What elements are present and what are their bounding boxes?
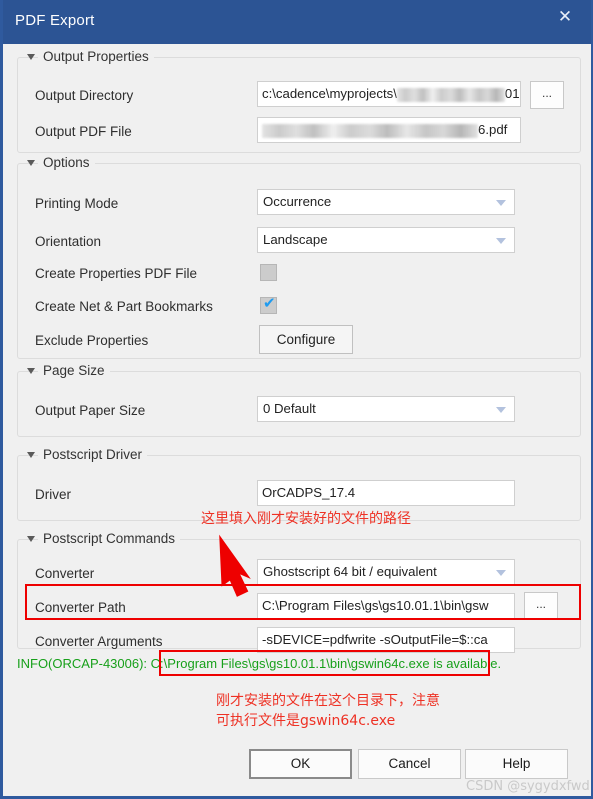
label-driver: Driver	[35, 487, 71, 502]
annotation-bottom-note-line1: 刚才安装的文件在这个目录下，注意	[216, 693, 440, 709]
redacted-block	[262, 123, 478, 138]
converter-value: Ghostscript 64 bit / equivalent	[263, 564, 437, 579]
label-exclude-properties: Exclude Properties	[35, 333, 149, 348]
output-directory-value-suffix: 01	[504, 86, 520, 101]
status-info-line: INFO(ORCAP-43006): C:\Program Files\gs\g…	[17, 656, 501, 671]
output-pdf-file-value-suffix: 6.pdf	[478, 122, 508, 137]
browse-converter-path-button[interactable]: ...	[524, 592, 558, 620]
printing-mode-select[interactable]: Occurrence	[257, 189, 515, 215]
create-net-part-bookmarks-checkbox[interactable]: ✔	[260, 294, 277, 314]
create-properties-pdf-checkbox[interactable]	[260, 264, 277, 281]
label-orientation: Orientation	[35, 234, 102, 249]
configure-button[interactable]: Configure	[259, 325, 353, 354]
collapse-triangle-icon[interactable]	[27, 536, 35, 542]
ok-button[interactable]: OK	[249, 749, 352, 779]
converter-path-input[interactable]: C:\Program Files\gs\gs10.01.1\bin\gsw	[257, 593, 515, 619]
chevron-down-icon[interactable]	[496, 238, 506, 244]
cancel-button[interactable]: Cancel	[358, 749, 461, 779]
converter-arguments-input[interactable]: -sDEVICE=pdfwrite -sOutputFile=$::ca	[257, 627, 515, 653]
info-path: C:\Program Files\gs\gs10.01.1\bin\gswin6…	[150, 656, 430, 671]
output-directory-value-prefix: c:\cadence\myprojects\	[262, 86, 397, 101]
page-title: PDF Export	[15, 12, 95, 29]
label-output-pdf-file: Output PDF File	[35, 124, 132, 139]
info-suffix: is available.	[429, 656, 502, 671]
label-converter: Converter	[35, 566, 95, 581]
help-button[interactable]: Help	[465, 749, 568, 779]
converter-select[interactable]: Ghostscript 64 bit / equivalent	[257, 559, 515, 585]
printing-mode-value: Occurrence	[263, 194, 332, 209]
group-title-postscript-driver: Postscript Driver	[38, 447, 148, 462]
chevron-down-icon[interactable]	[496, 407, 506, 413]
group-title-postscript-commands: Postscript Commands	[38, 531, 181, 546]
collapse-triangle-icon[interactable]	[27, 368, 35, 374]
label-output-directory: Output Directory	[35, 88, 134, 103]
info-prefix: INFO(ORCAP-43006):	[17, 656, 151, 671]
close-icon[interactable]: ✕	[549, 4, 581, 30]
label-create-properties-pdf-file: Create Properties PDF File	[35, 266, 198, 281]
collapse-triangle-icon[interactable]	[27, 452, 35, 458]
watermark: CSDN @sygydxfwd	[466, 779, 590, 794]
annotation-bottom-note-line2: 可执行文件是gswin64c.exe	[216, 713, 396, 729]
chevron-down-icon[interactable]	[496, 570, 506, 576]
orientation-value: Landscape	[263, 232, 328, 247]
driver-input[interactable]: OrCADPS_17.4	[257, 480, 515, 506]
output-paper-size-select[interactable]: 0 Default	[257, 396, 515, 422]
output-pdf-file-input[interactable]: 6.pdf	[257, 117, 521, 143]
collapse-triangle-icon[interactable]	[27, 54, 35, 60]
dialog-body: Output Properties Output Directory c:\ca…	[3, 44, 591, 796]
browse-output-directory-button[interactable]: ...	[530, 81, 564, 109]
orientation-select[interactable]: Landscape	[257, 227, 515, 253]
annotation-top-note: 这里填入刚才安装好的文件的路径	[201, 511, 411, 527]
label-converter-arguments: Converter Arguments	[35, 634, 163, 649]
pdf-export-dialog: PDF Export ✕ Output Properties Output Di…	[0, 0, 593, 799]
checkmark-icon: ✔	[263, 294, 276, 312]
output-directory-input[interactable]: c:\cadence\myprojects\ 01	[257, 81, 521, 107]
chevron-down-icon[interactable]	[496, 200, 506, 206]
label-create-net-part-bookmarks: Create Net & Part Bookmarks	[35, 299, 213, 314]
label-converter-path: Converter Path	[35, 600, 126, 615]
group-title-options: Options	[38, 155, 95, 170]
redacted-block	[396, 87, 505, 102]
group-title-output-properties: Output Properties	[38, 49, 154, 64]
group-title-page-size: Page Size	[38, 363, 110, 378]
label-printing-mode: Printing Mode	[35, 196, 119, 211]
output-paper-size-value: 0 Default	[263, 401, 316, 416]
collapse-triangle-icon[interactable]	[27, 160, 35, 166]
title-bar: PDF Export ✕	[3, 0, 591, 44]
label-output-paper-size: Output Paper Size	[35, 403, 146, 418]
